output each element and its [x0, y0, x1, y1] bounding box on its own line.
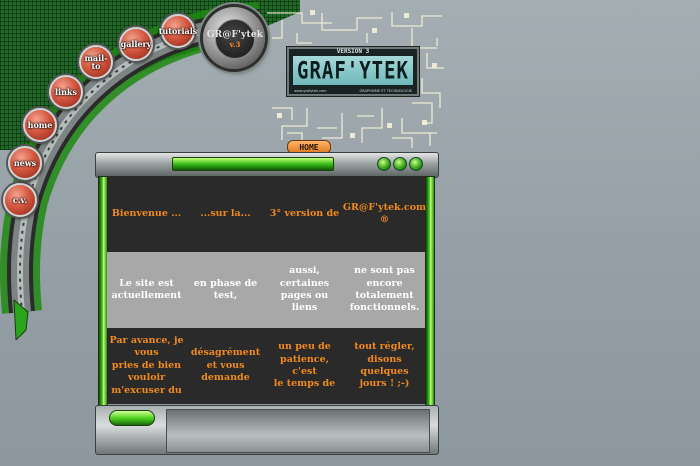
message-cell: Bienvenue ...: [107, 176, 186, 252]
message-cell: Le site est actuellement: [107, 252, 186, 328]
message-cell: 3° version de: [265, 176, 344, 252]
nav-cv-button[interactable]: c.v.: [3, 183, 37, 217]
logo-title: GRAF'YTEK: [297, 56, 409, 85]
panel-top-bar: [95, 152, 439, 178]
nav-gallery-button[interactable]: gallery: [119, 27, 153, 61]
logo-screen: GRAF'YTEK: [293, 56, 413, 85]
message-cell: en phase de test,: [186, 252, 265, 328]
panel-led-3[interactable]: [409, 157, 423, 171]
panel-right-bar: [425, 176, 435, 406]
brand-disc[interactable]: GR@F'ytek v.3: [203, 7, 265, 69]
nav-links-button[interactable]: links: [49, 75, 83, 109]
message-cell: Par avance, je vous pries de bien vouloi…: [107, 328, 186, 404]
brand-disc-center: GR@F'ytek v.3: [207, 19, 263, 59]
site-logo: VERSION 3 GRAF'YTEK www.grafytek.com GRA…: [287, 47, 419, 96]
message-cell: ne sont pas encore totalement fonctionne…: [344, 252, 425, 328]
message-cell: désagrément et vous demande: [186, 328, 265, 404]
logo-version-text: VERSION 3: [336, 48, 370, 55]
panel-led-2[interactable]: [393, 157, 407, 171]
nav-news-button[interactable]: news: [8, 146, 42, 180]
message-cell: GR@F'ytek.com ®: [343, 176, 426, 252]
welcome-message-table: Bienvenue ... ...sur la... 3° version de…: [107, 176, 426, 404]
message-cell: un peu de patience, c'est le temps de: [265, 328, 344, 404]
nav-home-button[interactable]: home: [23, 108, 57, 142]
disc-version-text: v.3: [229, 39, 241, 49]
message-cell: ...sur la...: [186, 176, 265, 252]
message-cell: aussi, certaines pages ou liens: [265, 252, 344, 328]
panel-led-1[interactable]: [377, 157, 391, 171]
message-cell: tout régler, disons quelques jours ! ;-): [344, 328, 425, 404]
panel-bottom-green-button[interactable]: [109, 410, 155, 426]
panel-bottom-bar: [95, 405, 439, 455]
nav-mailto-button[interactable]: mail-to: [79, 45, 113, 79]
disc-brand-text: GR@F'ytek: [206, 29, 264, 40]
logo-url: www.grafytek.com: [294, 89, 327, 93]
panel-bottom-slot: [166, 409, 430, 453]
panel-top-rail: [172, 157, 334, 171]
page: c.v. news home links mail-to gallery tut…: [0, 0, 700, 466]
nav-tutorials-button[interactable]: tutorials: [159, 14, 197, 48]
logo-tagline: GRAPHISME ET TECHNOLOGIE: [359, 89, 412, 93]
